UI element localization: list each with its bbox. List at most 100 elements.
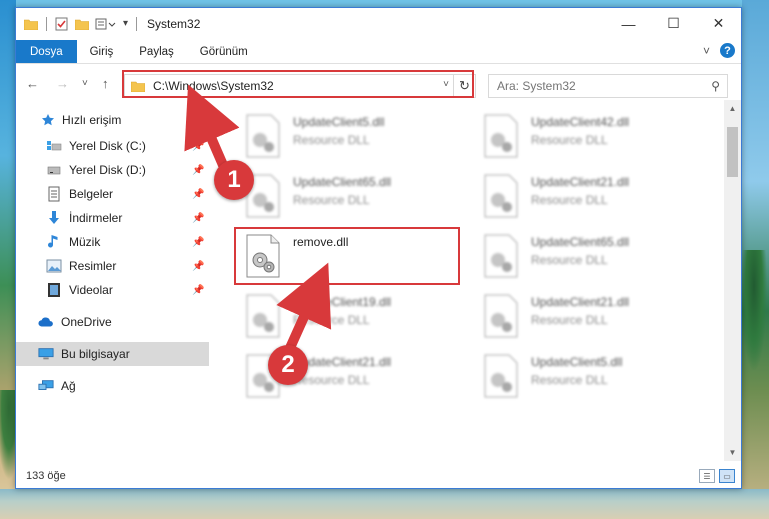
step-2-badge: 2 (268, 345, 308, 385)
dll-file-icon (484, 174, 518, 218)
file-item[interactable]: UpdateClient21.dll Resource DLL (233, 348, 463, 404)
music-icon (46, 234, 62, 250)
pin-icon[interactable]: 📌 (192, 165, 204, 176)
maximize-button[interactable]: ☐ (651, 8, 696, 39)
pin-icon[interactable]: 📌 (192, 213, 204, 224)
sidebar-item-label: Bu bilgisayar (61, 347, 130, 361)
pin-icon[interactable]: 📌 (192, 285, 204, 296)
pin-icon[interactable]: 📌 (192, 261, 204, 272)
search-input[interactable] (497, 79, 692, 93)
video-icon (46, 282, 62, 298)
dll-file-icon (484, 354, 518, 398)
sidebar-item-label: Videolar (69, 283, 113, 297)
file-item[interactable]: UpdateClient5.dll Resource DLL (233, 108, 463, 164)
file-type: Resource DLL (293, 133, 370, 147)
search-icon[interactable]: ⚲ (711, 79, 720, 93)
status-bar: 133 öğe ☰ ▭ (16, 464, 741, 488)
minimize-button[interactable]: — (606, 8, 651, 39)
scroll-down-icon[interactable]: ▼ (724, 444, 741, 461)
qat-dropdown-icon[interactable]: ▾ (123, 18, 128, 29)
view-switcher: ☰ ▭ (699, 469, 735, 483)
ribbon-tabs: Dosya Giriş Paylaş Görünüm ˅ ? (16, 40, 741, 64)
sidebar-item-quick-access[interactable]: Hızlı erişim (16, 108, 209, 132)
sidebar-item-local-disk-c[interactable]: Yerel Disk (C:) 📌 (16, 134, 209, 158)
sidebar-item-downloads[interactable]: İndirmeler 📌 (16, 206, 209, 230)
sidebar-item-local-disk-d[interactable]: Yerel Disk (D:) 📌 (16, 158, 209, 182)
pin-icon[interactable]: 📌 (192, 189, 204, 200)
details-view-icon[interactable]: ☰ (699, 469, 715, 483)
scroll-up-icon[interactable]: ▲ (724, 100, 741, 117)
cloud-icon (38, 314, 54, 330)
tab-file[interactable]: Dosya (16, 40, 77, 63)
pin-icon[interactable]: 📌 (192, 141, 204, 152)
sidebar-item-label: İndirmeler (69, 211, 123, 225)
file-item[interactable]: UpdateClient21.dll Resource DLL (471, 288, 701, 344)
desktop-palm-right (741, 250, 767, 370)
step-1-badge: 1 (214, 160, 254, 200)
sidebar-item-label: Belgeler (69, 187, 114, 201)
sidebar-item-pictures[interactable]: Resimler 📌 (16, 254, 209, 278)
sidebar-item-music[interactable]: Müzik 📌 (16, 230, 209, 254)
tab-home[interactable]: Giriş (77, 40, 127, 63)
file-type: Resource DLL (531, 253, 608, 267)
file-type: Resource DLL (293, 193, 370, 207)
file-item[interactable]: UpdateClient5.dll Resource DLL (471, 348, 701, 404)
up-arrow-icon[interactable]: ↑ (102, 76, 109, 91)
scrollbar-thumb[interactable] (727, 127, 738, 177)
dll-file-icon (246, 114, 280, 158)
star-icon (40, 112, 56, 128)
file-name: UpdateClient5.dll (531, 355, 623, 369)
help-icon[interactable]: ? (720, 43, 735, 58)
dll-file-icon (484, 114, 518, 158)
large-icons-view-icon[interactable]: ▭ (719, 469, 735, 483)
sidebar-item-documents[interactable]: Belgeler 📌 (16, 182, 209, 206)
file-item[interactable]: UpdateClient21.dll Resource DLL (471, 168, 701, 224)
search-box[interactable]: ⚲ (488, 74, 728, 98)
toolbar-separator (136, 16, 138, 31)
documents-icon (46, 186, 62, 202)
tab-view[interactable]: Görünüm (187, 40, 261, 63)
pictures-icon (46, 258, 62, 274)
file-item[interactable]: UpdateClient65.dll Resource DLL (233, 168, 463, 224)
window-title: System32 (147, 16, 201, 31)
expand-ribbon-icon[interactable]: ˅ (703, 44, 710, 58)
tab-share[interactable]: Paylaş (126, 40, 187, 63)
file-item[interactable]: UpdateClient42.dll Resource DLL (471, 108, 701, 164)
dll-file-icon (246, 294, 280, 338)
drive-icon (46, 162, 62, 178)
file-name: UpdateClient19.dll (293, 295, 392, 309)
computer-icon (38, 346, 54, 362)
desktop-background-bottom (0, 489, 769, 519)
sidebar-item-videos[interactable]: Videolar 📌 (16, 278, 209, 302)
forward-arrow-icon[interactable]: → (56, 76, 69, 91)
toolbar-separator (46, 16, 47, 31)
sidebar-item-label: Müzik (69, 235, 101, 249)
pin-icon[interactable]: 📌 (192, 237, 204, 248)
quick-access-toolbar: ▾ (16, 16, 139, 31)
navigation-pane: Hızlı erişim Yerel Disk (C:) 📌 Yerel Dis… (16, 108, 209, 458)
properties-icon[interactable] (55, 17, 69, 31)
file-name: UpdateClient21.dll (531, 295, 630, 309)
sidebar-item-network[interactable]: Ağ (16, 374, 209, 398)
new-folder-icon[interactable] (75, 18, 89, 30)
sidebar-item-label: Yerel Disk (D:) (69, 163, 146, 177)
close-button[interactable]: ✕ (696, 8, 741, 39)
vertical-scrollbar[interactable]: ▲ ▼ (724, 100, 741, 461)
file-type: Resource DLL (531, 193, 608, 207)
sidebar-item-label: Yerel Disk (C:) (69, 139, 146, 153)
file-type: Resource DLL (293, 313, 370, 327)
back-arrow-icon[interactable]: ← (26, 76, 39, 91)
file-item[interactable]: UpdateClient19.dll Resource DLL (233, 288, 463, 344)
file-type: Resource DLL (531, 373, 608, 387)
recent-locations-icon[interactable]: ˅ (82, 78, 88, 89)
file-item[interactable]: UpdateClient65.dll Resource DLL (471, 228, 701, 284)
dll-file-icon (484, 294, 518, 338)
sidebar-item-label: OneDrive (61, 315, 112, 329)
file-highlight-box (234, 227, 460, 285)
address-highlight-box (122, 70, 474, 98)
sidebar-item-this-pc[interactable]: Bu bilgisayar (16, 342, 209, 366)
customize-toolbar-icon[interactable] (95, 17, 117, 31)
sidebar-item-onedrive[interactable]: OneDrive (16, 310, 209, 334)
dll-file-icon (484, 234, 518, 278)
ribbon-right-controls: ˅ ? (703, 43, 735, 58)
